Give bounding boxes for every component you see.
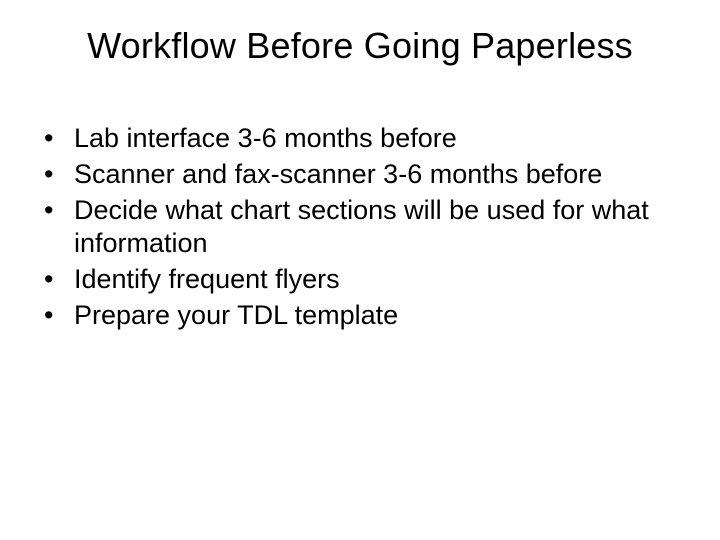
list-item: Scanner and fax-scanner 3-6 months befor… bbox=[40, 158, 684, 192]
list-item: Identify frequent flyers bbox=[40, 263, 684, 297]
list-item: Lab interface 3-6 months before bbox=[40, 122, 684, 156]
slide: Workflow Before Going Paperless Lab inte… bbox=[0, 0, 720, 540]
list-item: Prepare your TDL template bbox=[40, 299, 684, 333]
list-item: Decide what chart sections will be used … bbox=[40, 194, 684, 262]
bullet-list: Lab interface 3-6 months before Scanner … bbox=[36, 122, 684, 333]
slide-title: Workflow Before Going Paperless bbox=[36, 24, 684, 67]
